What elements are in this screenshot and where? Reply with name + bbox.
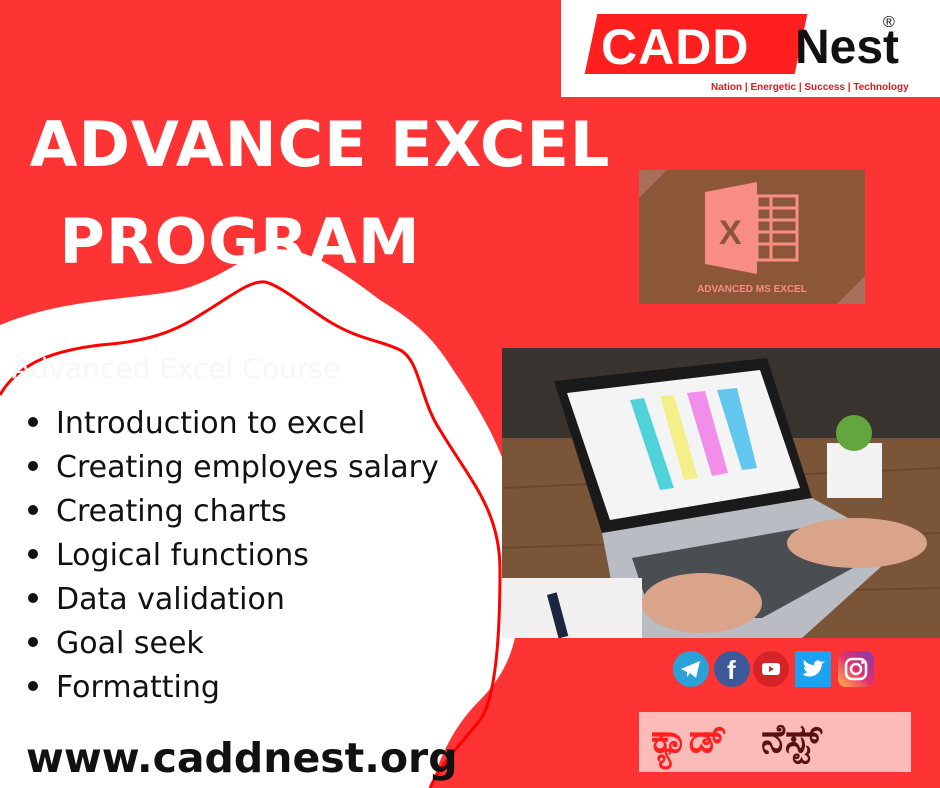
registered-mark: ® <box>883 14 895 31</box>
instagram-icon[interactable] <box>838 651 874 687</box>
list-item: Creating employes salary <box>22 446 439 490</box>
list-item: Data validation <box>22 578 439 622</box>
list-item: Creating charts <box>22 490 439 534</box>
bullet-icon <box>28 460 38 471</box>
bullet-icon <box>28 504 38 515</box>
laptop-spreadsheet-photo <box>502 348 940 638</box>
topic-label: Creating charts <box>56 494 287 529</box>
topic-label: Introduction to excel <box>56 406 366 441</box>
list-item: Introduction to excel <box>22 402 439 446</box>
twitter-icon[interactable] <box>795 651 831 687</box>
svg-text:f: f <box>727 655 736 685</box>
website-link[interactable]: www.caddnest.org <box>26 734 458 782</box>
topic-label: Goal seek <box>56 626 204 661</box>
topic-label: Data validation <box>56 582 285 617</box>
kannada-part-2: ನೆಸ್ಟ್ <box>761 716 822 762</box>
telegram-icon[interactable] <box>673 651 709 687</box>
title-line-2: PROGRAM <box>59 205 421 278</box>
youtube-icon[interactable] <box>753 651 789 687</box>
logo-cadd-text: CADD <box>601 19 750 75</box>
topic-label: Creating employes salary <box>56 450 439 485</box>
bullet-icon <box>28 416 38 427</box>
ghost-heading: Advanced Excel Course <box>12 352 341 385</box>
kannada-brand-text: ಕ್ಯಾಡ್ ನೆಸ್ಟ್ <box>651 716 822 762</box>
bullet-icon <box>28 592 38 603</box>
list-item: Goal seek <box>22 622 439 666</box>
topic-label: Formatting <box>56 670 220 705</box>
list-item: Logical functions <box>22 534 439 578</box>
bullet-icon <box>28 680 38 691</box>
facebook-icon[interactable]: f <box>714 651 750 687</box>
excel-card-label: ADVANCED MS EXCEL <box>697 284 807 295</box>
logo-tagline: Nation | Energetic | Success | Technolog… <box>711 82 909 93</box>
bullet-icon <box>28 548 38 559</box>
caddnest-logo: CADD Nest ® Nation | Energetic | Success… <box>561 0 940 97</box>
bullet-icon <box>28 636 38 647</box>
title-line-1: ADVANCE EXCEL <box>29 108 611 181</box>
topic-label: Logical functions <box>56 538 309 573</box>
excel-letter: X <box>719 214 742 252</box>
topics-list: Introduction to excel Creating employes … <box>22 402 439 710</box>
kannada-brand-box: ಕ್ಯಾಡ್ ನೆಸ್ಟ್ <box>639 712 911 772</box>
list-item: Formatting <box>22 666 439 710</box>
advanced-ms-excel-card: X ADVANCED MS EXCEL <box>639 170 865 304</box>
kannada-part-1: ಕ್ಯಾಡ್ <box>651 716 728 762</box>
